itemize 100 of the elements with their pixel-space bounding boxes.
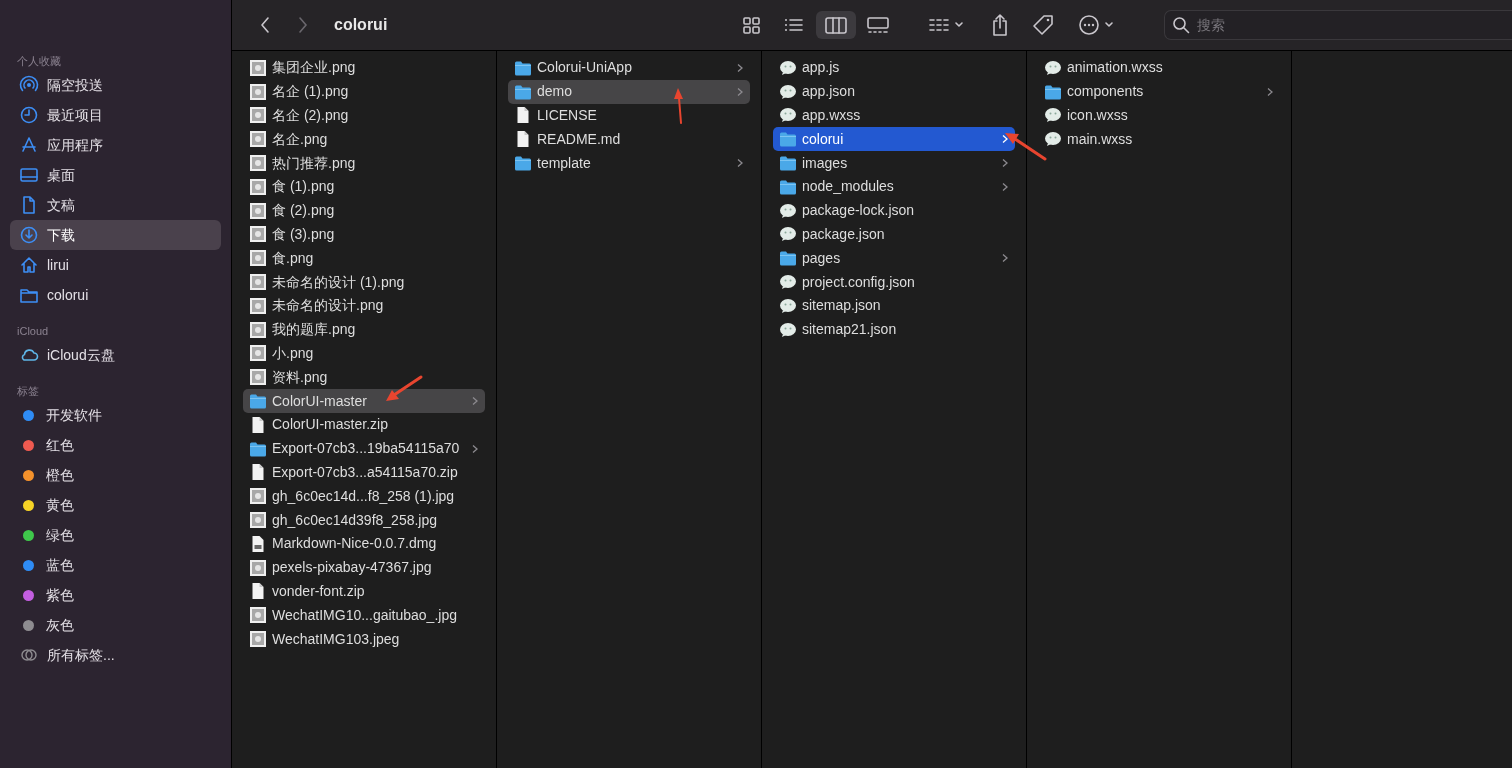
file-row[interactable]: Colorui-UniApp (508, 56, 750, 80)
file-row[interactable]: 食.png (243, 246, 485, 271)
share-button[interactable] (990, 11, 1010, 39)
file-row[interactable]: 食 (3).png (243, 222, 485, 247)
chevron-right-icon (297, 15, 309, 35)
chat-bubble-icon (1044, 59, 1062, 76)
sidebar-item[interactable]: iCloud云盘 (10, 340, 221, 370)
file-row[interactable]: Export-07cb3...a54115a70.zip (243, 460, 485, 485)
file-row[interactable]: template (508, 151, 750, 175)
file-row[interactable]: 我的题库.png (243, 317, 485, 342)
tag-icon (1032, 14, 1054, 36)
sidebar-item[interactable]: 灰色 (10, 610, 221, 640)
window-title: colorui (334, 15, 389, 35)
file-row[interactable]: vonder-font.zip (243, 579, 485, 604)
folder-icon (779, 178, 797, 195)
file-row[interactable]: sitemap.json (773, 293, 1015, 318)
image-thumbnail-icon (249, 130, 267, 149)
image-thumbnail-icon (249, 320, 267, 339)
file-row[interactable]: 热门推荐.png (243, 151, 485, 175)
file-row[interactable]: README.md (508, 127, 750, 152)
columns-icon (825, 15, 847, 35)
chat-bubble-icon (779, 226, 797, 243)
search-field[interactable]: 搜索 (1164, 10, 1512, 40)
file-row[interactable]: 未命名的设计 (1).png (243, 270, 485, 294)
sidebar-item[interactable]: 隔空投送 (10, 70, 221, 100)
file-row[interactable]: app.json (773, 79, 1015, 104)
image-thumbnail-icon (249, 487, 267, 506)
file-row[interactable]: 食 (1).png (243, 175, 485, 199)
file-row[interactable]: demo (508, 79, 750, 104)
image-thumbnail-icon (249, 273, 267, 292)
file-row[interactable]: package.json (773, 222, 1015, 247)
file-row[interactable]: Export-07cb3...19ba54115a70 (243, 436, 485, 461)
sidebar-item[interactable]: 应用程序 (10, 130, 221, 160)
home-icon (19, 255, 39, 275)
file-row[interactable]: pexels-pixabay-47367.jpg (243, 555, 485, 580)
image-thumbnail-icon (249, 106, 267, 125)
sidebar-item[interactable]: 蓝色 (10, 550, 221, 580)
file-row[interactable]: 名企 (2).png (243, 103, 485, 128)
file-row[interactable]: WechatIMG103.jpeg (243, 627, 485, 651)
ellipsis-icon (1078, 14, 1100, 36)
sidebar-item[interactable]: 绿色 (10, 520, 221, 550)
file-row[interactable]: sitemap21.json (773, 317, 1015, 342)
file-row[interactable]: 食 (2).png (243, 198, 485, 223)
file-row[interactable]: main.wxss (1038, 127, 1280, 152)
file-row[interactable]: gh_6c0ec14d...f8_258 (1).jpg (243, 484, 485, 509)
section-header: 个人收藏 (16, 54, 62, 69)
sidebar-item[interactable]: 红色 (10, 430, 221, 460)
sidebar-item[interactable]: 下载 (10, 220, 221, 250)
sidebar-item[interactable]: 桌面 (10, 160, 221, 190)
sidebar-item[interactable]: 最近项目 (10, 100, 221, 130)
file-row[interactable]: gh_6c0ec14d39f8_258.jpg (243, 508, 485, 532)
file-row[interactable]: pages (773, 246, 1015, 271)
file-row[interactable]: 集团企业.png (243, 56, 485, 80)
sidebar-item[interactable]: 所有标签... (10, 640, 221, 670)
file-row[interactable]: node_modules (773, 175, 1015, 199)
file-row[interactable]: colorui (773, 127, 1015, 152)
image-thumbnail-icon (249, 154, 267, 173)
file-row[interactable]: WechatIMG10...gaitubao_.jpg (243, 603, 485, 628)
folder-icon (514, 59, 532, 76)
sidebar-item[interactable]: colorui (10, 280, 221, 310)
chat-bubble-icon (779, 321, 797, 338)
view-mode-button[interactable] (816, 11, 856, 39)
file-row[interactable]: LICENSE (508, 103, 750, 128)
file-row[interactable]: 名企 (1).png (243, 79, 485, 104)
chat-bubble-icon (1044, 107, 1062, 124)
sidebar-item[interactable]: 橙色 (10, 460, 221, 490)
file-row[interactable]: app.wxss (773, 103, 1015, 128)
file-row[interactable]: Markdown-Nice-0.0.7.dmg (243, 531, 485, 556)
file-row[interactable]: ColorUI-master.zip (243, 412, 485, 437)
sidebar-item[interactable]: 黄色 (10, 490, 221, 520)
file-row[interactable]: 名企.png (243, 127, 485, 152)
chat-bubble-icon (779, 59, 797, 76)
gallery-icon (867, 15, 889, 35)
image-thumbnail-icon (249, 177, 267, 196)
sidebar-item[interactable]: lirui (10, 250, 221, 280)
folder-icon (249, 393, 267, 410)
image-thumbnail-icon (249, 511, 267, 530)
image-thumbnail-icon (249, 201, 267, 220)
sidebar-item[interactable]: 开发软件 (10, 400, 221, 430)
folder-icon (779, 155, 797, 172)
file-row[interactable]: icon.wxss (1038, 103, 1280, 128)
file-row[interactable]: package-lock.json (773, 198, 1015, 223)
chat-bubble-icon (779, 274, 797, 291)
sidebar-item[interactable]: 紫色 (10, 580, 221, 610)
file-row[interactable]: app.js (773, 56, 1015, 80)
section-header: 标签 (16, 384, 40, 399)
file-row[interactable]: ColorUI-master (243, 389, 485, 413)
sidebar-item[interactable]: 文稿 (10, 190, 221, 220)
download-icon (19, 225, 39, 245)
chat-bubble-icon (779, 297, 797, 314)
file-row[interactable]: 小.png (243, 341, 485, 366)
file-row[interactable]: animation.wxss (1038, 56, 1280, 80)
image-thumbnail-icon (249, 344, 267, 363)
file-row[interactable]: images (773, 151, 1015, 175)
file-row[interactable]: 未命名的设计.png (243, 293, 485, 318)
image-thumbnail-icon (249, 558, 267, 577)
apps-icon (19, 135, 39, 155)
file-row[interactable]: components (1038, 79, 1280, 104)
file-row[interactable]: 资料.png (243, 365, 485, 390)
file-row[interactable]: project.config.json (773, 270, 1015, 294)
